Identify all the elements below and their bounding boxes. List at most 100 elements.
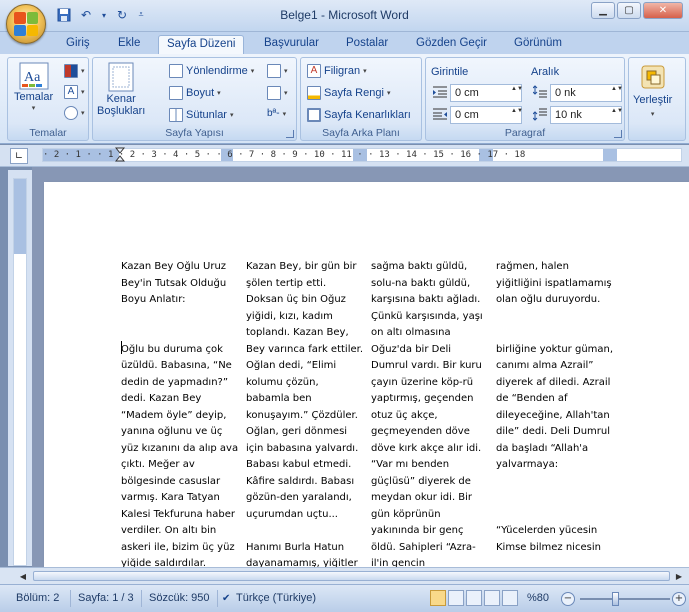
status-bar: Bölüm: 2 Sayfa: 1 / 3 Sözcük: 950 ✔ Türk… — [0, 584, 689, 612]
dialog-launcher-icon[interactable] — [614, 130, 622, 138]
tab-gorunum[interactable]: Görünüm — [506, 35, 570, 54]
columns-button[interactable]: Sütunlar ▾ — [169, 108, 234, 122]
chevron-down-icon: ▾ — [81, 110, 85, 117]
chevron-down-icon: ▾ — [386, 90, 391, 97]
maximize-icon[interactable]: ▢ — [617, 2, 641, 19]
group-paragraf: Girintile Aralık 0 cm 0 cm 0 nk 10 nk Pa… — [425, 57, 625, 141]
left-indent-icon — [433, 85, 447, 99]
text-column-4[interactable]: rağmen, halen yiğitliğini ispatlamamış o… — [496, 259, 614, 556]
orientation-button[interactable]: Yönlendirme ▾ — [169, 64, 254, 78]
size-icon — [169, 86, 183, 100]
title-bar: ↶ ▾ ↻ ⩡ Belge1 - Microsoft Word ▁ ▢ ✕ — [0, 0, 689, 32]
columns-icon — [169, 108, 183, 122]
page-borders-icon — [307, 108, 321, 122]
chevron-down-icon: ▾ — [284, 90, 288, 97]
scroll-left-icon[interactable]: ◀ — [16, 570, 30, 582]
chevron-down-icon: ▾ — [284, 68, 288, 75]
text-column-2[interactable]: Kazan Bey, bir gün bir şölen tertip etti… — [246, 259, 364, 567]
theme-colors-icon — [64, 64, 78, 78]
document-page[interactable]: Kazan Bey Oğlu Uruz Bey'in Tutsak Olduğu… — [44, 182, 689, 567]
indent-marker-icon[interactable] — [115, 147, 125, 163]
indent-heading: Girintile — [431, 66, 469, 78]
tab-gozden-gecir[interactable]: Gözden Geçir — [408, 35, 495, 54]
chevron-down-icon: ▾ — [31, 105, 36, 112]
minimize-icon[interactable]: ▁ — [591, 2, 615, 19]
zoom-out-icon[interactable]: − — [561, 592, 575, 606]
columns-label: Sütunlar — [186, 109, 227, 121]
chevron-down-icon: ▾ — [81, 68, 85, 75]
spacing-before-input[interactable]: 0 nk — [550, 84, 622, 102]
group-label-temalar: Temalar — [29, 127, 67, 139]
page-color-button[interactable]: Sayfa Rengi ▾ — [307, 86, 390, 100]
text-column-3[interactable]: sağma baktı güldü, solu-na baktı güldü, … — [371, 259, 489, 567]
theme-effects-icon — [64, 106, 78, 120]
zoom-level[interactable]: %80 — [527, 592, 549, 604]
right-indent-input[interactable]: 0 cm — [450, 106, 522, 124]
horizontal-scrollbar[interactable]: ◀ ▶ — [0, 567, 689, 584]
breaks-icon — [267, 64, 281, 78]
page-borders-button[interactable]: Sayfa Kenarlıkları — [307, 108, 411, 122]
close-icon[interactable]: ✕ — [643, 2, 683, 19]
group-sayfa-yapisi: Kenar Boşlukları Yönlendirme ▾ Boyut ▾ Süt… — [92, 57, 297, 141]
zoom-in-icon[interactable]: + — [672, 592, 686, 606]
group-label-sayfa-arka-plani: Sayfa Arka Planı — [322, 127, 400, 139]
group-sayfa-arka-plani: A Filigran ▾ Sayfa Rengi ▾ Sayfa Kenarlıkla… — [300, 57, 422, 141]
outline-view-icon[interactable] — [484, 590, 500, 606]
status-section[interactable]: Bölüm: 2 — [16, 592, 59, 604]
spacing-after-input[interactable]: 10 nk — [550, 106, 622, 124]
theme-effects-button[interactable]: ▾ — [64, 106, 85, 120]
hyphenation-button[interactable]: bª‑ ▾ — [267, 108, 286, 119]
spacing-after-icon — [532, 107, 547, 121]
watermark-button[interactable]: A Filigran ▾ — [307, 64, 367, 78]
status-page[interactable]: Sayfa: 1 / 3 — [78, 592, 134, 604]
chevron-down-icon: ▾ — [229, 112, 234, 119]
office-button[interactable] — [6, 4, 46, 44]
spacing-before-icon — [532, 85, 547, 99]
breaks-button[interactable]: ▾ — [267, 64, 288, 78]
themes-button[interactable]: Aa Temalar ▾ — [14, 62, 53, 112]
page-color-label: Sayfa Rengi — [324, 87, 384, 99]
web-layout-view-icon[interactable] — [466, 590, 482, 606]
office-logo-icon — [14, 12, 38, 36]
vertical-ruler-strip — [13, 178, 27, 566]
margins-label: Kenar Boşlukları — [97, 93, 146, 117]
watermark-label: Filigran — [324, 65, 361, 77]
full-screen-reading-view-icon[interactable] — [448, 590, 464, 606]
tab-postalar[interactable]: Postalar — [338, 35, 396, 54]
left-indent-input[interactable]: 0 cm — [450, 84, 522, 102]
theme-fonts-button[interactable]: A ▾ — [64, 85, 85, 99]
horizontal-ruler[interactable]: · 2 · 1 · · 1 · 2 · 3 · 4 · 5 · · 6 · 7 … — [42, 147, 682, 163]
line-numbers-button[interactable]: ▾ — [267, 86, 288, 100]
tab-sayfa-duzeni[interactable]: Sayfa Düzeni — [158, 35, 245, 54]
document-canvas[interactable]: Kazan Bey Oğlu Uruz Bey'in Tutsak Olduğu… — [32, 167, 689, 567]
margins-button[interactable]: Kenar Boşlukları — [97, 62, 145, 117]
draft-view-icon[interactable] — [502, 590, 518, 606]
arrange-button[interactable]: Yerleştir ▾ — [633, 64, 672, 118]
window-controls: ▁ ▢ ✕ — [591, 2, 683, 19]
size-button[interactable]: Boyut ▾ — [169, 86, 221, 100]
scroll-thumb[interactable] — [33, 571, 670, 581]
size-label: Boyut — [186, 87, 215, 99]
status-language[interactable]: Türkçe (Türkiye) — [236, 592, 316, 604]
group-yerlestir: Yerleştir ▾ — [628, 57, 686, 141]
page-color-icon — [307, 86, 321, 100]
chevron-down-icon: ▾ — [282, 110, 287, 118]
dialog-launcher-icon[interactable] — [286, 130, 294, 138]
scroll-right-icon[interactable]: ▶ — [672, 570, 686, 582]
tab-ekle[interactable]: Ekle — [110, 35, 148, 54]
theme-colors-button[interactable]: ▾ — [64, 64, 85, 78]
themes-icon: Aa — [19, 62, 49, 90]
print-layout-view-icon[interactable] — [430, 590, 446, 606]
margins-icon — [108, 62, 134, 92]
status-words[interactable]: Sözcük: 950 — [149, 592, 210, 604]
tab-giris[interactable]: Giriş — [58, 35, 98, 54]
text-column-1[interactable]: Kazan Bey Oğlu Uruz Bey'in Tutsak Olduğu… — [121, 259, 239, 567]
chevron-down-icon: ▾ — [81, 89, 85, 96]
tab-basvurular[interactable]: Başvurular — [256, 35, 327, 54]
zoom-slider[interactable] — [580, 598, 670, 600]
tab-selector-icon[interactable]: ∟ — [10, 148, 28, 164]
chevron-down-icon: ▾ — [217, 90, 221, 97]
spelling-check-icon[interactable]: ✔ — [222, 593, 230, 604]
zoom-slider-handle[interactable] — [612, 592, 619, 606]
ribbon: Aa Temalar ▾ ▾ A ▾ ▾ Temalar Kenar Boşluk… — [0, 54, 689, 144]
